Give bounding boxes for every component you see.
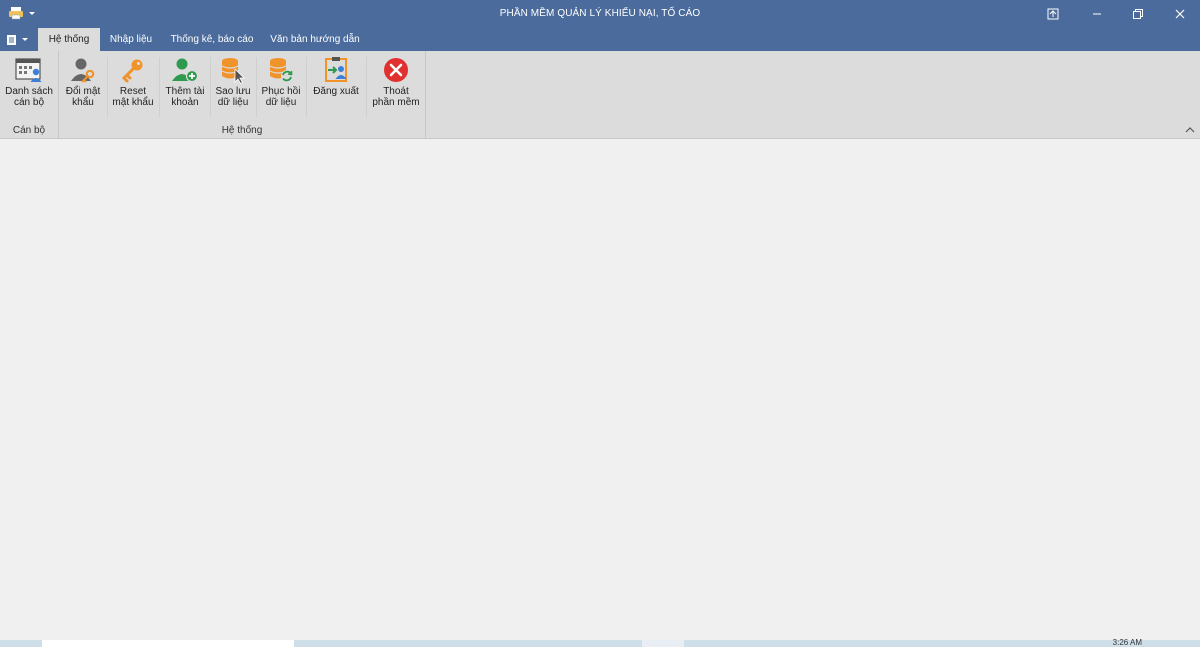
- minimize-button[interactable]: [1087, 4, 1107, 24]
- separator: [256, 57, 257, 117]
- separator: [366, 57, 367, 117]
- database-backup-icon: [218, 55, 248, 85]
- phuc-hoi-du-lieu-button[interactable]: Phục hồi dữ liệu: [259, 55, 303, 119]
- document-list-icon: [7, 35, 16, 45]
- minimize-icon: [1093, 13, 1101, 15]
- taskbar-clock: 3:26 AM: [1112, 638, 1142, 647]
- tab-he-thong[interactable]: Hệ thống: [38, 28, 100, 51]
- tab-van-ban-huong-dan[interactable]: Văn bản hướng dẫn: [266, 28, 364, 51]
- tab-nhap-lieu[interactable]: Nhập liệu: [104, 28, 158, 51]
- group-label-he-thong: Hệ thống: [221, 125, 263, 136]
- separator: [306, 57, 307, 117]
- taskbar-item[interactable]: [642, 640, 684, 647]
- reset-mat-khau-button[interactable]: Reset mật khẩu: [109, 55, 157, 119]
- ribbon-panel: Danh sách cán bộ Cán bộ Đổi mật khẩu Res…: [0, 51, 1200, 139]
- user-key-icon: [68, 55, 98, 85]
- tab-thong-ke-bao-cao[interactable]: Thống kê, báo cáo: [164, 28, 260, 51]
- group-label-can-bo: Cán bộ: [12, 125, 46, 136]
- restore-icon: [1133, 9, 1143, 19]
- thoat-phan-mem-button[interactable]: Thoát phần mềm: [369, 55, 423, 119]
- dang-xuat-button[interactable]: Đăng xuất: [309, 55, 363, 119]
- phuc-hoi-du-lieu-label: Phục hồi dữ liệu: [261, 86, 301, 108]
- taskbar: 3:26 AM: [0, 638, 1200, 647]
- doi-mat-khau-label: Đổi mật khẩu: [65, 86, 101, 108]
- logout-icon: [321, 55, 351, 85]
- add-user-icon: [170, 55, 200, 85]
- main-workspace: [0, 140, 1200, 640]
- file-menu-button[interactable]: [6, 32, 32, 48]
- ribbon-group-he-thong: Đổi mật khẩu Reset mật khẩu Thêm tài kho…: [59, 51, 426, 139]
- thoat-phan-mem-label: Thoát phần mềm: [372, 86, 420, 108]
- close-button[interactable]: [1170, 4, 1190, 24]
- separator: [159, 57, 160, 117]
- doi-mat-khau-button[interactable]: Đổi mật khẩu: [61, 55, 105, 119]
- window-title: PHẦN MỀM QUẢN LÝ KHIẾU NẠI, TỐ CÁO: [499, 8, 701, 19]
- exit-icon: [381, 55, 411, 85]
- ribbon-tab-bar: Hệ thống Nhập liệu Thống kê, báo cáo Văn…: [0, 28, 1200, 51]
- sao-luu-du-lieu-button[interactable]: Sao lưu dữ liệu: [212, 55, 254, 119]
- title-bar: PHẦN MỀM QUẢN LÝ KHIẾU NẠI, TỐ CÁO: [0, 0, 1200, 28]
- taskbar-search-box[interactable]: [42, 640, 294, 647]
- separator: [210, 57, 211, 117]
- collapse-ribbon-icon[interactable]: [1185, 126, 1195, 134]
- dang-xuat-label: Đăng xuất: [313, 86, 359, 97]
- sao-luu-du-lieu-label: Sao lưu dữ liệu: [215, 86, 251, 108]
- danh-sach-can-bo-button[interactable]: Danh sách cán bộ: [3, 55, 55, 119]
- them-tai-khoan-button[interactable]: Thêm tài khoản: [162, 55, 208, 119]
- restore-button[interactable]: [1128, 4, 1148, 24]
- staff-list-icon: [14, 55, 44, 85]
- close-icon: [1175, 9, 1185, 19]
- chevron-down-icon: [22, 38, 28, 41]
- reset-mat-khau-label: Reset mật khẩu: [112, 86, 154, 108]
- them-tai-khoan-label: Thêm tài khoản: [165, 86, 205, 108]
- separator: [107, 57, 108, 117]
- danh-sach-can-bo-label: Danh sách cán bộ: [5, 86, 53, 108]
- ribbon-group-can-bo: Danh sách cán bộ Cán bộ: [0, 51, 59, 139]
- database-restore-icon: [266, 55, 296, 85]
- ribbon-display-options-icon[interactable]: [1043, 4, 1063, 24]
- key-icon: [118, 55, 148, 85]
